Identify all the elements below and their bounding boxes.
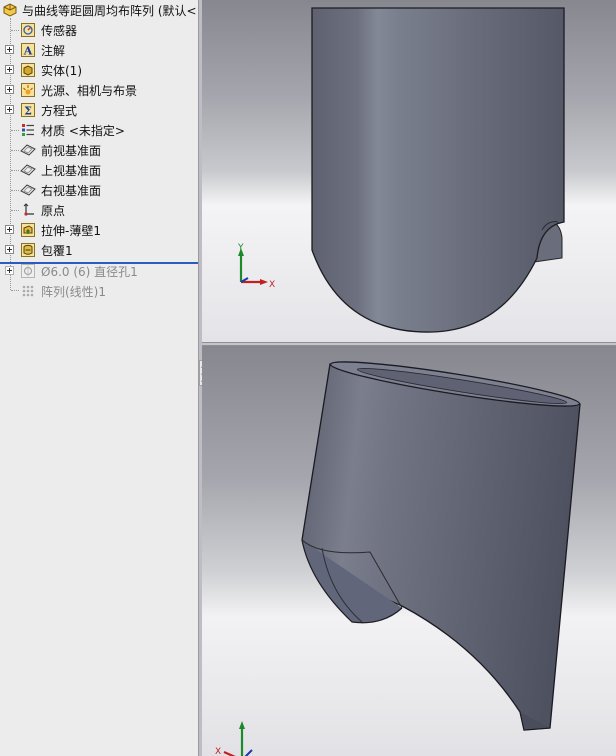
expand-icon[interactable] <box>5 45 14 54</box>
expand-icon[interactable] <box>5 225 14 234</box>
annotation-icon: A <box>21 43 35 58</box>
tree-item-solid-bodies[interactable]: 实体(1) <box>0 60 198 80</box>
tree-item-front-plane[interactable]: 前视基准面 <box>0 140 198 160</box>
material-icon <box>22 124 34 136</box>
triad-x-label: X <box>269 280 275 290</box>
hole-wizard-label: Ø6.0 (6) 直径孔1 <box>41 265 138 279</box>
equations-label: 方程式 <box>41 104 78 118</box>
tree-item-origin[interactable]: 原点 <box>0 200 198 220</box>
expand-icon[interactable] <box>5 266 14 275</box>
tree-item-linear-pattern[interactable]: 阵列(线性)1 <box>0 281 198 301</box>
root-part-label: 与曲线等距圆周均布阵列 (默认< <box>22 4 197 18</box>
tree-item-annotations[interactable]: A 注解 <box>0 40 198 60</box>
linear-pattern-icon <box>22 285 34 297</box>
top-plane-label: 上视基准面 <box>41 164 102 178</box>
right-plane-label: 右视基准面 <box>41 184 102 198</box>
sensor-icon <box>21 23 35 37</box>
tree-item-extrude-thin[interactable]: 拉伸-薄壁1 <box>0 220 198 240</box>
tree-item-top-plane[interactable]: 上视基准面 <box>0 160 198 180</box>
tree-item-right-plane[interactable]: 右视基准面 <box>0 180 198 200</box>
expand-icon[interactable] <box>5 245 14 254</box>
plane-icon <box>20 184 36 196</box>
svg-text:Σ: Σ <box>24 105 32 118</box>
origin-icon <box>23 203 34 216</box>
tree-item-sensors[interactable]: 传感器 <box>0 20 198 40</box>
extrude-thin-label: 拉伸-薄壁1 <box>41 224 101 238</box>
svg-text:A: A <box>23 45 33 58</box>
plane-icon <box>20 144 36 156</box>
plane-icon <box>20 164 36 176</box>
extrude-icon <box>21 223 35 237</box>
linear-pattern-label: 阵列(线性)1 <box>41 285 106 299</box>
lights-cameras-scene-label: 光源、相机与布景 <box>41 84 138 98</box>
tree-item-equations[interactable]: Σ 方程式 <box>0 100 198 120</box>
graphics-viewport-bottom[interactable]: X <box>202 346 616 756</box>
equations-icon: Σ <box>21 103 35 118</box>
tree-item-lights-cameras-scene[interactable]: 光源、相机与布景 <box>0 80 198 100</box>
expand-icon[interactable] <box>5 105 14 114</box>
hole-icon <box>21 264 35 278</box>
tree-root-part[interactable]: 与曲线等距圆周均布阵列 (默认< <box>0 0 198 20</box>
solid-bodies-label: 实体(1) <box>41 64 82 78</box>
tree-item-material[interactable]: 材质 <未指定> <box>0 120 198 140</box>
expand-icon[interactable] <box>5 85 14 94</box>
tree-item-wrap[interactable]: 包覆1 <box>0 240 198 260</box>
material-label: 材质 <未指定> <box>41 124 125 138</box>
lights-icon <box>21 83 35 97</box>
expand-icon[interactable] <box>5 65 14 74</box>
wrap-label: 包覆1 <box>41 244 73 258</box>
sensors-label: 传感器 <box>41 24 78 38</box>
triad-y-label: Y <box>237 243 244 253</box>
part-icon <box>3 3 17 17</box>
graphics-viewport-top[interactable]: Y X <box>202 0 616 342</box>
origin-label: 原点 <box>41 204 66 218</box>
front-plane-label: 前视基准面 <box>41 144 102 158</box>
solid-body-icon <box>21 63 35 77</box>
triad-x-label: X <box>215 747 221 756</box>
wrap-icon <box>21 243 35 257</box>
tree-item-hole-wizard[interactable]: Ø6.0 (6) 直径孔1 <box>0 261 198 281</box>
annotations-label: 注解 <box>41 44 66 58</box>
feature-tree-panel: 与曲线等距圆周均布阵列 (默认< 传感器 A 注解 实体(1) 光源、相机与布景… <box>0 0 199 756</box>
